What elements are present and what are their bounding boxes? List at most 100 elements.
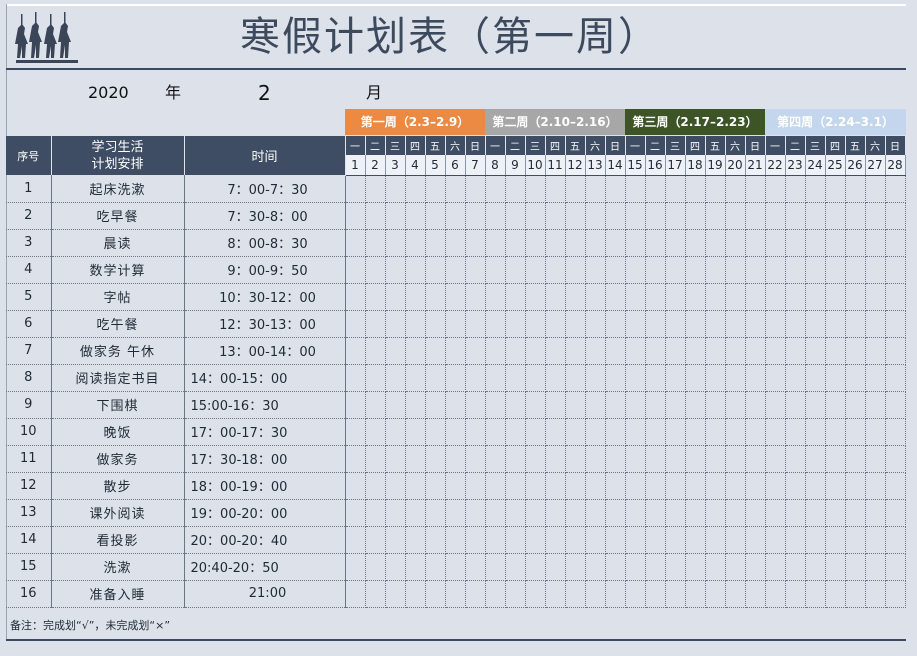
check-cell[interactable] — [345, 418, 366, 446]
check-cell[interactable] — [525, 202, 546, 230]
check-cell[interactable] — [565, 553, 586, 581]
check-cell[interactable] — [585, 337, 606, 365]
check-cell[interactable] — [485, 499, 506, 527]
check-cell[interactable] — [785, 310, 806, 338]
check-cell[interactable] — [745, 310, 766, 338]
check-cell[interactable] — [345, 202, 366, 230]
check-cell[interactable] — [545, 526, 566, 554]
check-cell[interactable] — [565, 310, 586, 338]
check-cell[interactable] — [345, 445, 366, 473]
check-cell[interactable] — [785, 283, 806, 311]
check-cell[interactable] — [705, 175, 726, 203]
check-cell[interactable] — [445, 283, 466, 311]
check-cell[interactable] — [865, 418, 886, 446]
check-cell[interactable] — [865, 283, 886, 311]
check-cell[interactable] — [685, 175, 706, 203]
check-cell[interactable] — [725, 364, 746, 392]
check-cell[interactable] — [445, 499, 466, 527]
check-cell[interactable] — [485, 553, 506, 581]
check-cell[interactable] — [505, 526, 526, 554]
check-cell[interactable] — [825, 526, 846, 554]
check-cell[interactable] — [805, 391, 826, 419]
check-cell[interactable] — [405, 310, 426, 338]
check-cell[interactable] — [665, 229, 686, 257]
check-cell[interactable] — [625, 229, 646, 257]
check-cell[interactable] — [725, 229, 746, 257]
check-cell[interactable] — [445, 229, 466, 257]
check-cell[interactable] — [685, 283, 706, 311]
check-cell[interactable] — [665, 391, 686, 419]
check-cell[interactable] — [705, 202, 726, 230]
check-cell[interactable] — [505, 364, 526, 392]
check-cell[interactable] — [565, 202, 586, 230]
check-cell[interactable] — [605, 499, 626, 527]
check-cell[interactable] — [845, 337, 866, 365]
check-cell[interactable] — [405, 553, 426, 581]
check-cell[interactable] — [765, 499, 786, 527]
check-cell[interactable] — [585, 229, 606, 257]
check-cell[interactable] — [405, 445, 426, 473]
check-cell[interactable] — [665, 499, 686, 527]
check-cell[interactable] — [465, 391, 486, 419]
check-cell[interactable] — [465, 526, 486, 554]
check-cell[interactable] — [385, 283, 406, 311]
check-cell[interactable] — [525, 499, 546, 527]
check-cell[interactable] — [445, 337, 466, 365]
check-cell[interactable] — [485, 229, 506, 257]
check-cell[interactable] — [465, 418, 486, 446]
check-cell[interactable] — [865, 175, 886, 203]
check-cell[interactable] — [725, 418, 746, 446]
check-cell[interactable] — [805, 202, 826, 230]
check-cell[interactable] — [505, 256, 526, 284]
check-cell[interactable] — [545, 364, 566, 392]
check-cell[interactable] — [565, 472, 586, 500]
check-cell[interactable] — [825, 580, 846, 608]
check-cell[interactable] — [825, 391, 846, 419]
check-cell[interactable] — [425, 391, 446, 419]
check-cell[interactable] — [425, 580, 446, 608]
check-cell[interactable] — [845, 283, 866, 311]
check-cell[interactable] — [745, 337, 766, 365]
check-cell[interactable] — [725, 175, 746, 203]
check-cell[interactable] — [365, 445, 386, 473]
check-cell[interactable] — [465, 175, 486, 203]
check-cell[interactable] — [825, 445, 846, 473]
check-cell[interactable] — [825, 499, 846, 527]
check-cell[interactable] — [745, 175, 766, 203]
check-cell[interactable] — [525, 256, 546, 284]
check-cell[interactable] — [705, 526, 726, 554]
check-cell[interactable] — [645, 202, 666, 230]
check-cell[interactable] — [385, 553, 406, 581]
check-cell[interactable] — [605, 445, 626, 473]
check-cell[interactable] — [645, 499, 666, 527]
check-cell[interactable] — [665, 472, 686, 500]
check-cell[interactable] — [825, 175, 846, 203]
check-cell[interactable] — [645, 283, 666, 311]
check-cell[interactable] — [745, 391, 766, 419]
check-cell[interactable] — [885, 256, 906, 284]
check-cell[interactable] — [645, 391, 666, 419]
check-cell[interactable] — [865, 256, 886, 284]
check-cell[interactable] — [725, 553, 746, 581]
check-cell[interactable] — [885, 472, 906, 500]
check-cell[interactable] — [865, 472, 886, 500]
check-cell[interactable] — [745, 202, 766, 230]
check-cell[interactable] — [485, 202, 506, 230]
check-cell[interactable] — [845, 553, 866, 581]
check-cell[interactable] — [405, 391, 426, 419]
check-cell[interactable] — [365, 337, 386, 365]
check-cell[interactable] — [525, 472, 546, 500]
check-cell[interactable] — [665, 553, 686, 581]
check-cell[interactable] — [885, 526, 906, 554]
check-cell[interactable] — [705, 418, 726, 446]
check-cell[interactable] — [865, 202, 886, 230]
check-cell[interactable] — [425, 202, 446, 230]
check-cell[interactable] — [385, 364, 406, 392]
check-cell[interactable] — [505, 283, 526, 311]
check-cell[interactable] — [705, 553, 726, 581]
check-cell[interactable] — [885, 310, 906, 338]
check-cell[interactable] — [525, 364, 546, 392]
check-cell[interactable] — [605, 256, 626, 284]
check-cell[interactable] — [365, 472, 386, 500]
check-cell[interactable] — [825, 364, 846, 392]
